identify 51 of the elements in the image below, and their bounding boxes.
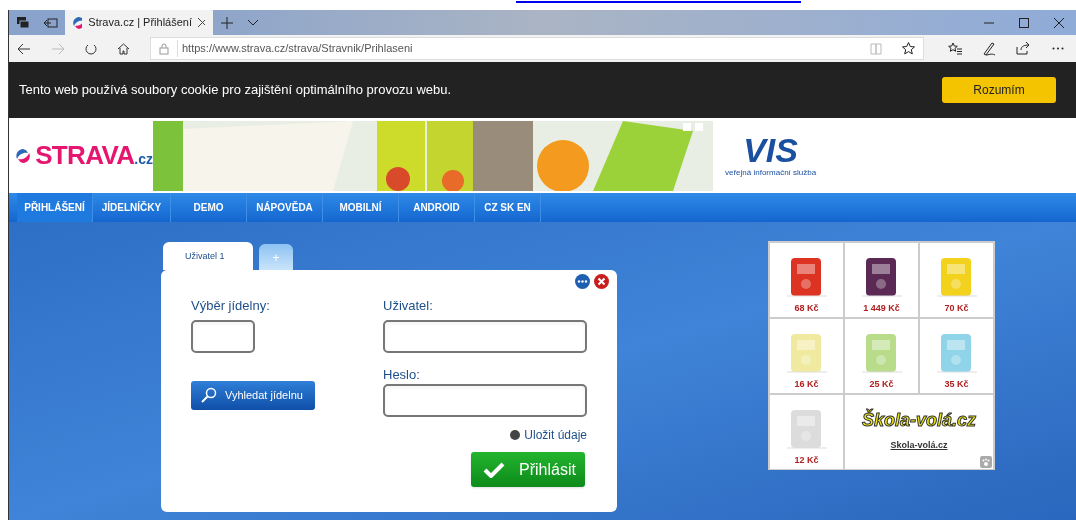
price-text: 1 449 Kč bbox=[863, 301, 900, 315]
product-card[interactable]: 25 Kč bbox=[845, 319, 918, 393]
checkbox[interactable] bbox=[510, 430, 521, 440]
close-tab-icon[interactable] bbox=[198, 18, 205, 27]
partner-tagline: veřejná informační služba bbox=[725, 166, 817, 179]
canteen-field[interactable] bbox=[191, 319, 255, 353]
username-field[interactable] bbox=[383, 319, 587, 353]
back-icon[interactable] bbox=[17, 42, 31, 55]
partner-logo: VIS bbox=[743, 132, 798, 167]
product-card[interactable]: 68 Kč bbox=[770, 243, 843, 317]
more-icon[interactable] bbox=[1052, 47, 1064, 50]
share-icon[interactable] bbox=[1016, 42, 1030, 55]
product-card[interactable]: 16 Kč bbox=[770, 319, 843, 393]
tab-actions-icon[interactable] bbox=[9, 10, 37, 35]
price-text: 70 Kč bbox=[944, 301, 969, 315]
tab-title: Strava.cz | Přihlášení bbox=[88, 15, 193, 31]
remember-label[interactable]: Uložit údaje bbox=[524, 426, 587, 444]
price-text: 12 Kč bbox=[794, 453, 819, 467]
product-card[interactable]: 70 Kč bbox=[920, 243, 993, 317]
price-text: 68 Kč bbox=[794, 301, 819, 315]
nav-tab[interactable]: PŘIHLÁŠENÍ bbox=[17, 193, 93, 222]
field-label: Heslo: bbox=[383, 365, 420, 384]
pen-icon[interactable] bbox=[982, 41, 996, 56]
cookie-notice: Tento web používá soubory cookie pro zajištění optimálního provozu webu. bbox=[19, 81, 452, 100]
field-label: Výběr jídelny: bbox=[191, 297, 270, 315]
user-tab[interactable]: Uživatel 1 bbox=[163, 242, 253, 270]
product-card[interactable]: 12 Kč bbox=[770, 395, 843, 469]
check-icon bbox=[483, 461, 505, 478]
promo-logo: Škola-volá.cz bbox=[861, 411, 976, 430]
browser-tab[interactable]: Strava.cz | Přihlášení bbox=[65, 10, 213, 35]
lock-icon bbox=[159, 42, 169, 55]
close-icon[interactable] bbox=[594, 274, 609, 289]
logo-suffix: .cz bbox=[134, 150, 153, 169]
product-card[interactable]: 1 449 Kč bbox=[845, 243, 918, 317]
star-icon[interactable] bbox=[902, 42, 915, 55]
search-icon bbox=[201, 387, 217, 403]
accept-button[interactable]: Rozumím bbox=[942, 77, 1056, 103]
search-canteen-button[interactable]: Vyhledat jídelnu bbox=[191, 380, 315, 410]
logo-text: STRAVA bbox=[35, 141, 135, 168]
password-field[interactable] bbox=[383, 384, 587, 417]
price-text: 35 Kč bbox=[944, 377, 969, 391]
product-card[interactable]: 35 Kč bbox=[920, 319, 993, 393]
more-icon[interactable] bbox=[575, 274, 590, 289]
price-text: 25 Kč bbox=[869, 377, 894, 391]
price-text: 16 Kč bbox=[794, 377, 819, 391]
home-icon[interactable] bbox=[117, 42, 130, 55]
favorites-icon[interactable] bbox=[948, 42, 962, 55]
site-icon bbox=[73, 16, 83, 29]
refresh-icon[interactable] bbox=[85, 42, 97, 55]
promo-link[interactable]: Skola-volá.cz bbox=[890, 439, 948, 453]
field-label: Uživatel: bbox=[383, 297, 433, 315]
